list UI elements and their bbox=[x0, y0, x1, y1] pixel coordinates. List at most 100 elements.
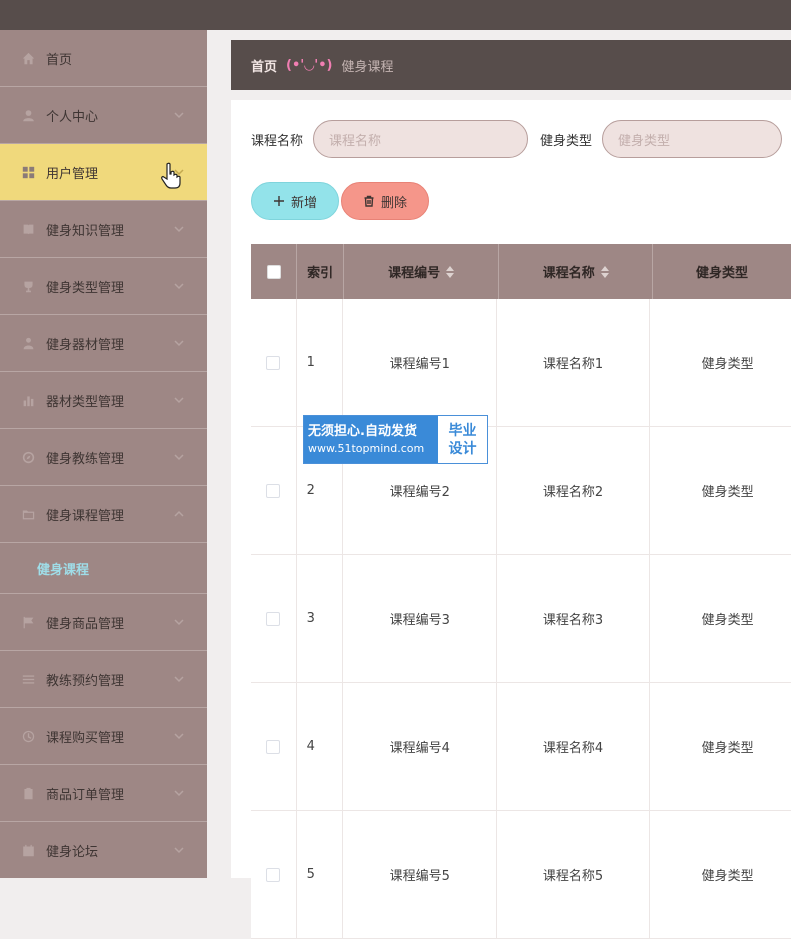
sidebar-subitem-fitness-course[interactable]: 健身课程 bbox=[0, 543, 207, 594]
content-panel: 课程名称 课程名称 健身类型 健身类型 新增 删除 索引 课程编号 课程名称 健… bbox=[231, 100, 791, 939]
sidebar-item-label: 健身课程管理 bbox=[46, 508, 125, 524]
header-fitness-type: 健身类型 bbox=[696, 266, 749, 281]
chevron-down-icon bbox=[173, 223, 185, 235]
sidebar-item-goods-order[interactable]: 商品订单管理 bbox=[0, 765, 207, 822]
cell-index: 5 bbox=[297, 811, 344, 938]
delete-button[interactable]: 删除 bbox=[341, 182, 429, 220]
chevron-down-icon bbox=[173, 673, 185, 685]
fitness-type-placeholder: 健身类型 bbox=[618, 133, 671, 149]
fitness-type-label: 健身类型 bbox=[540, 133, 593, 149]
sidebar-item-label: 用户管理 bbox=[46, 166, 99, 182]
sidebar-item-equipment-type[interactable]: 器材类型管理 bbox=[0, 372, 207, 429]
sidebar: 首页 个人中心 用户管理 健身知识管理 健身类型管理 健身器材管理 器材类型管理… bbox=[0, 30, 207, 878]
top-header-bar bbox=[0, 0, 791, 30]
chevron-down-icon bbox=[173, 394, 185, 406]
home-icon bbox=[21, 51, 35, 65]
row-checkbox[interactable] bbox=[266, 483, 281, 498]
row-checkbox[interactable] bbox=[266, 739, 281, 754]
add-button[interactable]: 新增 bbox=[251, 182, 339, 220]
sidebar-item-equipment[interactable]: 健身器材管理 bbox=[0, 315, 207, 372]
sidebar-item-personal-center[interactable]: 个人中心 bbox=[0, 87, 207, 144]
course-name-placeholder: 课程名称 bbox=[329, 133, 382, 149]
cell-fitness-type: 健身类型 bbox=[701, 741, 754, 756]
watermark-right2: 设计 bbox=[448, 440, 477, 457]
sidebar-item-forum[interactable]: 健身论坛 bbox=[0, 822, 207, 878]
sidebar-item-label: 个人中心 bbox=[46, 109, 99, 125]
table-row: 5 课程编号5 课程名称5 健身类型 bbox=[251, 811, 791, 939]
grid-icon bbox=[21, 165, 35, 179]
sidebar-item-course-purchase[interactable]: 课程购买管理 bbox=[0, 708, 207, 765]
row-checkbox[interactable] bbox=[266, 611, 281, 626]
sidebar-item-label: 课程购买管理 bbox=[46, 730, 125, 746]
fitness-type-input[interactable]: 健身类型 bbox=[602, 120, 783, 158]
sidebar-item-label: 健身商品管理 bbox=[46, 616, 125, 632]
header-course-code[interactable]: 课程编号 bbox=[344, 244, 500, 299]
cell-fitness-type: 健身类型 bbox=[701, 613, 754, 628]
action-buttons: 新增 删除 bbox=[251, 182, 431, 220]
watermark-url: www.51topmind.com bbox=[308, 441, 425, 455]
sidebar-item-fitness-type[interactable]: 健身类型管理 bbox=[0, 258, 207, 315]
sidebar-item-coach[interactable]: 健身教练管理 bbox=[0, 429, 207, 486]
cell-course-code: 课程编号3 bbox=[343, 555, 498, 682]
compass-icon bbox=[21, 450, 35, 464]
sidebar-item-label: 健身论坛 bbox=[46, 844, 99, 860]
chevron-down-icon bbox=[173, 730, 185, 742]
sort-icon[interactable] bbox=[446, 265, 455, 278]
plus-icon bbox=[273, 195, 285, 207]
cell-course-code: 课程编号4 bbox=[343, 683, 498, 810]
sidebar-item-label: 商品订单管理 bbox=[46, 787, 125, 803]
clipboard-icon bbox=[21, 786, 35, 800]
delete-button-label: 删除 bbox=[380, 195, 407, 211]
folder-icon bbox=[21, 507, 35, 521]
sidebar-item-fitness-knowledge[interactable]: 健身知识管理 bbox=[0, 201, 207, 258]
cell-index: 4 bbox=[297, 683, 344, 810]
cell-course-name: 课程名称4 bbox=[497, 683, 650, 810]
sort-icon[interactable] bbox=[600, 265, 609, 278]
cell-fitness-type: 健身类型 bbox=[701, 357, 754, 372]
sidebar-item-label: 健身器材管理 bbox=[46, 337, 125, 353]
sidebar-item-coach-booking[interactable]: 教练预约管理 bbox=[0, 651, 207, 708]
breadcrumb: 首页 (•'◡'•) 健身课程 bbox=[231, 40, 791, 90]
cell-index: 3 bbox=[297, 555, 344, 682]
sidebar-item-label: 教练预约管理 bbox=[46, 673, 125, 689]
cell-fitness-type: 健身类型 bbox=[701, 485, 754, 500]
sidebar-item-label: 首页 bbox=[46, 52, 73, 68]
table-row: 1 课程编号1 课程名称1 健身类型 bbox=[251, 299, 791, 427]
add-button-label: 新增 bbox=[290, 195, 317, 211]
trash-icon bbox=[363, 195, 375, 207]
sidebar-item-course-management[interactable]: 健身课程管理 bbox=[0, 486, 207, 543]
chevron-down-icon bbox=[173, 787, 185, 799]
cell-course-code: 课程编号1 bbox=[343, 299, 498, 426]
sidebar-item-home[interactable]: 首页 bbox=[0, 30, 207, 87]
sidebar-item-label: 器材类型管理 bbox=[46, 394, 125, 410]
list-icon bbox=[21, 672, 35, 686]
breadcrumb-home[interactable]: 首页 bbox=[251, 56, 277, 75]
course-name-label: 课程名称 bbox=[251, 133, 304, 149]
row-checkbox[interactable] bbox=[266, 867, 281, 882]
breadcrumb-current: 健身课程 bbox=[341, 59, 394, 75]
chevron-down-icon bbox=[173, 616, 185, 628]
course-name-input[interactable]: 课程名称 bbox=[313, 120, 529, 158]
watermark-right1: 毕业 bbox=[448, 422, 477, 439]
header-course-name[interactable]: 课程名称 bbox=[499, 244, 654, 299]
header-course-name-label: 课程名称 bbox=[542, 266, 595, 281]
row-checkbox[interactable] bbox=[266, 355, 281, 370]
sidebar-item-goods[interactable]: 健身商品管理 bbox=[0, 594, 207, 651]
select-all-checkbox[interactable] bbox=[266, 264, 281, 279]
sidebar-item-label: 健身教练管理 bbox=[46, 451, 125, 467]
flag-icon bbox=[21, 615, 35, 629]
cell-fitness-type: 健身类型 bbox=[701, 869, 754, 884]
header-course-code-label: 课程编号 bbox=[388, 266, 441, 281]
chevron-down-icon bbox=[173, 280, 185, 292]
course-table: 索引 课程编号 课程名称 健身类型 1 课程编号1 课程名称1 健身类型 2 课… bbox=[251, 244, 791, 939]
header-index: 索引 bbox=[297, 244, 344, 299]
table-row: 4 课程编号4 课程名称4 健身类型 bbox=[251, 683, 791, 811]
breadcrumb-separator: (•'◡'•) bbox=[286, 57, 333, 73]
cell-course-name: 课程名称2 bbox=[497, 427, 650, 554]
cell-index: 1 bbox=[297, 299, 344, 426]
clock-icon bbox=[21, 729, 35, 743]
person-icon bbox=[21, 336, 35, 350]
sidebar-subitem-label: 健身课程 bbox=[37, 562, 90, 578]
bar-chart-icon bbox=[21, 393, 35, 407]
cell-course-name: 课程名称5 bbox=[497, 811, 650, 938]
